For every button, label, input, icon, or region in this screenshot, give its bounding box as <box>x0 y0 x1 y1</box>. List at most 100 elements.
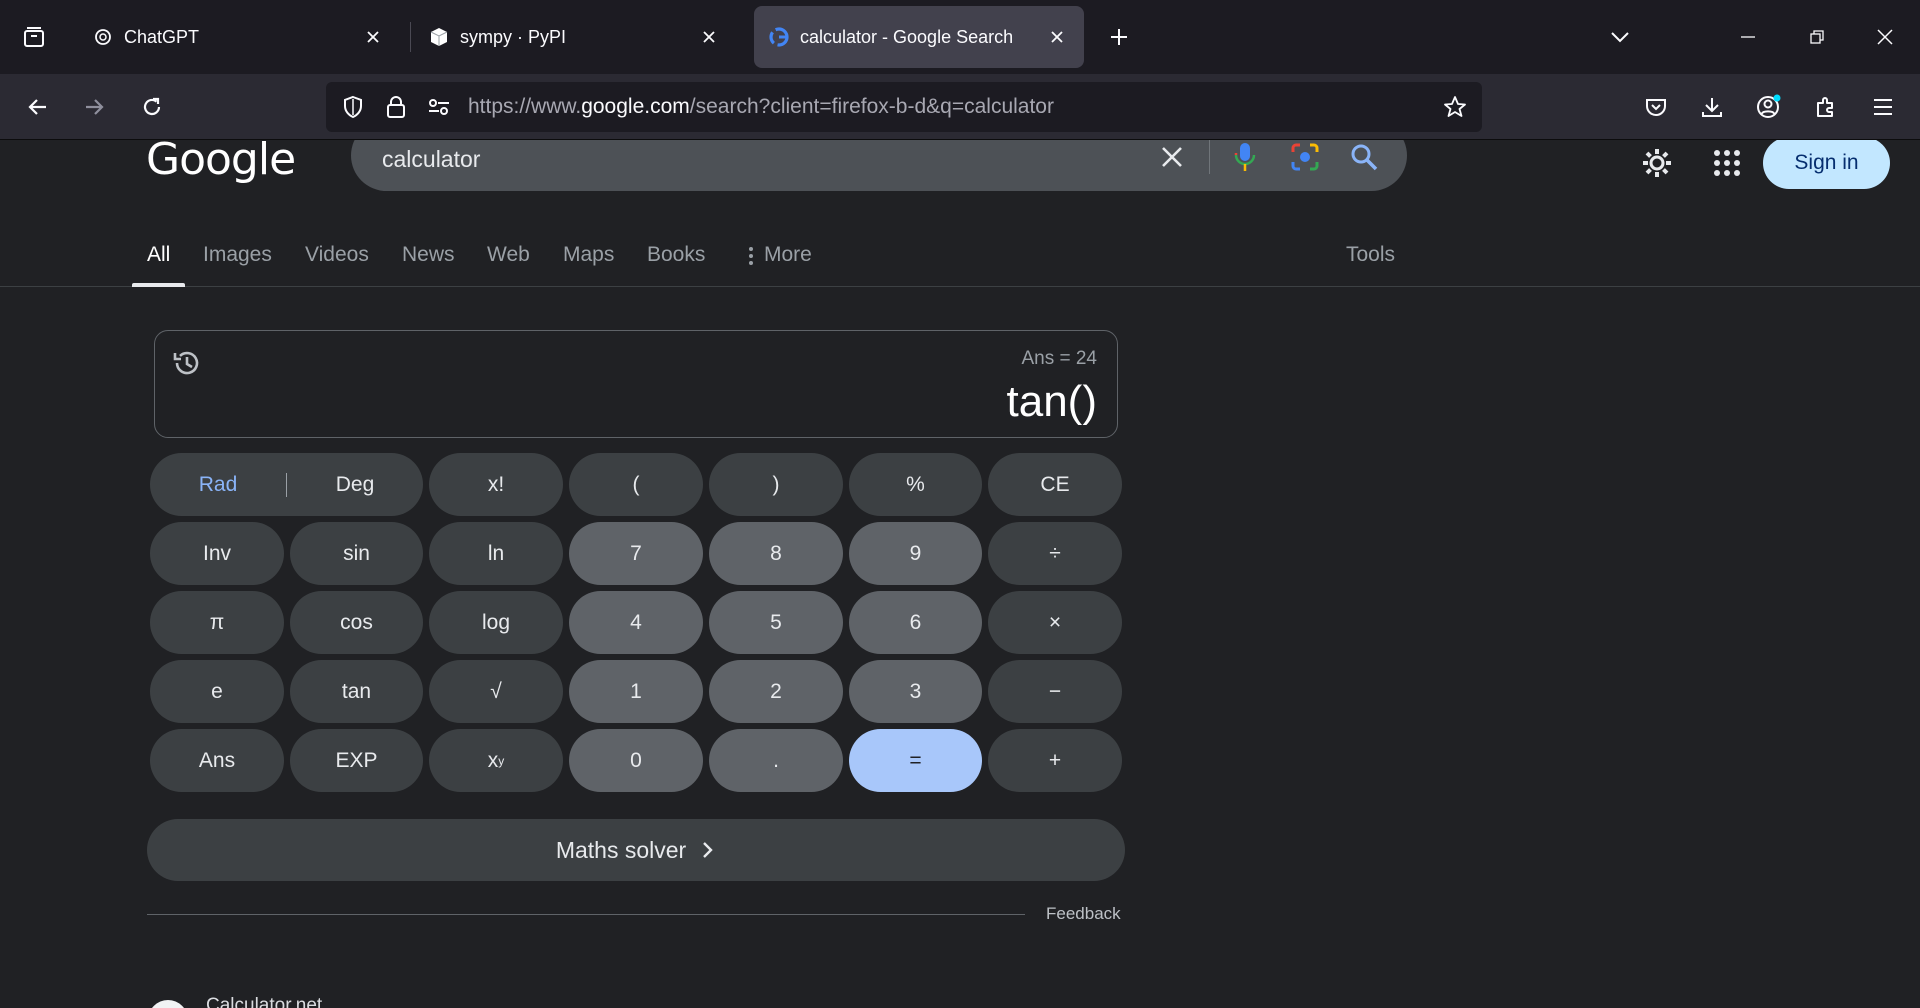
permissions-icon[interactable] <box>426 94 452 120</box>
exp-button[interactable]: EXP <box>290 729 423 792</box>
settings-gear-icon[interactable] <box>1634 140 1680 186</box>
new-tab-button[interactable] <box>1100 18 1138 56</box>
left-paren-button[interactable]: ( <box>569 453 703 516</box>
deg-button[interactable]: Deg <box>287 473 423 497</box>
e-button[interactable]: e <box>150 660 284 723</box>
maths-solver-button[interactable]: Maths solver <box>147 819 1125 881</box>
forward-button[interactable] <box>74 87 114 127</box>
ans-button[interactable]: Ans <box>150 729 284 792</box>
chevron-right-icon <box>703 842 713 858</box>
lock-icon[interactable] <box>383 94 409 120</box>
restore-icon <box>1810 30 1824 44</box>
right-paren-button[interactable]: ) <box>709 453 843 516</box>
close-tab-icon[interactable] <box>1044 24 1070 50</box>
tab-more[interactable]: More <box>748 235 812 287</box>
pocket-button[interactable] <box>1636 87 1676 127</box>
sqrt-button[interactable]: √ <box>429 660 563 723</box>
digit-3-button[interactable]: 3 <box>849 660 982 723</box>
list-all-tabs-button[interactable] <box>1600 18 1640 56</box>
factorial-button[interactable]: x! <box>429 453 563 516</box>
digit-1-button[interactable]: 1 <box>569 660 703 723</box>
account-button[interactable] <box>1749 87 1789 127</box>
microphone-icon[interactable] <box>1228 140 1262 174</box>
bookmark-star-icon[interactable] <box>1442 94 1468 120</box>
minimize-button[interactable] <box>1728 18 1768 56</box>
tab-google-search[interactable]: calculator - Google Search <box>754 6 1084 68</box>
pocket-icon <box>1646 99 1666 116</box>
reload-button[interactable] <box>132 87 172 127</box>
feedback-link[interactable]: Feedback <box>1046 904 1121 924</box>
tab-title: calculator - Google Search <box>800 26 1014 47</box>
url-text[interactable]: https://www.google.com/search?client=fir… <box>468 95 1054 119</box>
search-icon[interactable] <box>1347 140 1381 174</box>
tab-list-button[interactable] <box>14 17 54 57</box>
ln-button[interactable]: ln <box>429 522 563 585</box>
more-vertical-icon <box>749 247 753 265</box>
tab-title: sympy · PyPI <box>460 26 567 47</box>
tan-button[interactable]: tan <box>290 660 423 723</box>
clear-search-icon[interactable] <box>1155 140 1189 174</box>
google-lens-icon[interactable] <box>1288 140 1322 174</box>
digit-5-button[interactable]: 5 <box>709 591 843 654</box>
tab-maps[interactable]: Maps <box>563 235 614 287</box>
previous-answer[interactable]: Ans = 24 <box>1021 348 1097 370</box>
downloads-button[interactable] <box>1692 87 1732 127</box>
menu-button[interactable] <box>1863 87 1903 127</box>
tab-web[interactable]: Web <box>487 235 530 287</box>
result-favicon <box>148 1000 188 1008</box>
address-bar[interactable]: https://www.google.com/search?client=fir… <box>326 82 1482 132</box>
tab-videos[interactable]: Videos <box>305 235 369 287</box>
search-input[interactable]: calculator <box>382 146 480 173</box>
digit-8-button[interactable]: 8 <box>709 522 843 585</box>
tab-news[interactable]: News <box>402 235 455 287</box>
chevron-down-icon <box>1611 32 1629 43</box>
tools-button[interactable]: Tools <box>1346 235 1395 287</box>
tab-books[interactable]: Books <box>647 235 705 287</box>
calculator-expression: tan() <box>1006 377 1097 426</box>
log-button[interactable]: log <box>429 591 563 654</box>
percent-button[interactable]: % <box>849 453 982 516</box>
google-g-icon <box>768 26 790 48</box>
pi-button[interactable]: π <box>150 591 284 654</box>
back-button[interactable] <box>18 87 58 127</box>
search-box[interactable]: calculator <box>351 140 1407 191</box>
tab-chatgpt[interactable]: ChatGPT <box>78 6 400 68</box>
cos-button[interactable]: cos <box>290 591 423 654</box>
digit-2-button[interactable]: 2 <box>709 660 843 723</box>
tracking-protection-shield-icon[interactable] <box>340 94 366 120</box>
divide-button[interactable]: ÷ <box>988 522 1122 585</box>
plus-button[interactable]: + <box>988 729 1122 792</box>
digit-9-button[interactable]: 9 <box>849 522 982 585</box>
digit-4-button[interactable]: 4 <box>569 591 703 654</box>
digit-7-button[interactable]: 7 <box>569 522 703 585</box>
google-logo[interactable]: Google <box>146 140 296 185</box>
history-icon[interactable] <box>171 347 203 379</box>
power-button[interactable]: xy <box>429 729 563 792</box>
digit-6-button[interactable]: 6 <box>849 591 982 654</box>
result-site-name[interactable]: Calculator.net <box>206 995 322 1008</box>
close-window-button[interactable] <box>1865 18 1905 56</box>
decimal-point-button[interactable]: . <box>709 729 843 792</box>
tab-sympy-pypi[interactable]: sympy · PyPI <box>414 6 736 68</box>
arrow-left-icon <box>28 99 46 115</box>
rad-button[interactable]: Rad <box>150 473 286 497</box>
close-tab-icon[interactable] <box>696 24 722 50</box>
tab-images[interactable]: Images <box>203 235 272 287</box>
tab-all[interactable]: All <box>147 235 170 287</box>
inverse-button[interactable]: Inv <box>150 522 284 585</box>
url-scheme: https://www. <box>468 95 582 118</box>
sign-in-button[interactable]: Sign in <box>1763 140 1890 189</box>
minus-button[interactable]: − <box>988 660 1122 723</box>
sin-button[interactable]: sin <box>290 522 423 585</box>
url-host: google.com <box>581 95 690 118</box>
tab-more-label: More <box>764 243 812 266</box>
extensions-button[interactable] <box>1806 87 1846 127</box>
clear-entry-button[interactable]: CE <box>988 453 1122 516</box>
navigation-toolbar: https://www.google.com/search?client=fir… <box>0 74 1920 140</box>
restore-button[interactable] <box>1797 18 1837 56</box>
digit-0-button[interactable]: 0 <box>569 729 703 792</box>
google-apps-icon[interactable] <box>1704 140 1750 186</box>
multiply-button[interactable]: × <box>988 591 1122 654</box>
close-tab-icon[interactable] <box>360 24 386 50</box>
equals-button[interactable]: = <box>849 729 982 792</box>
